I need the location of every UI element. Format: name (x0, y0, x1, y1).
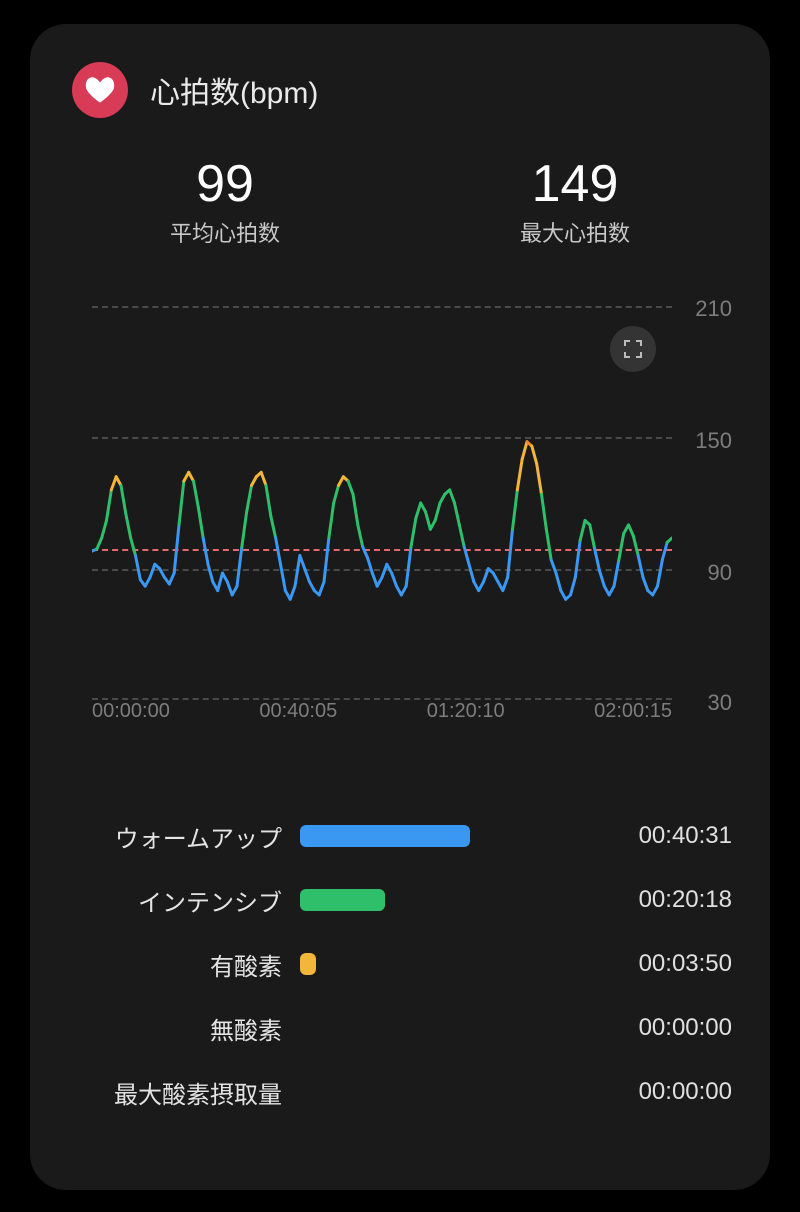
hr-line-series (92, 306, 672, 700)
xtick-0: 00:00:00 (92, 700, 170, 726)
zone-bar-cell (300, 825, 562, 847)
zone-time: 00:00:00 (562, 1014, 732, 1042)
card-title: 心拍数(bpm) (150, 68, 318, 112)
zone-bar-cell (300, 889, 562, 911)
expand-icon (623, 339, 643, 359)
ytick-30: 30 (676, 690, 732, 716)
xtick-2: 01:20:10 (427, 700, 505, 726)
heart-rate-card: 心拍数(bpm) 99 平均心拍数 149 最大心拍数 210 150 90 3… (30, 24, 770, 1190)
zone-label: インテンシブ (68, 883, 300, 918)
max-hr-stat: 149 最大心拍数 (400, 154, 750, 248)
zone-row: インテンシブ 00:20:18 (68, 868, 732, 932)
zone-time: 00:40:31 (562, 822, 732, 850)
zone-label: 無酸素 (68, 1011, 300, 1046)
card-header: 心拍数(bpm) (30, 24, 770, 118)
max-hr-value: 149 (532, 154, 619, 214)
avg-hr-value: 99 (196, 154, 254, 214)
zone-label: ウォームアップ (68, 819, 300, 854)
expand-chart-button[interactable] (610, 326, 656, 372)
xticks: 00:00:00 00:40:05 01:20:10 02:00:15 (92, 700, 672, 726)
avg-hr-stat: 99 平均心拍数 (50, 154, 400, 248)
zone-bar (300, 953, 316, 975)
zone-bar-cell (300, 1081, 562, 1103)
zone-time: 00:20:18 (562, 886, 732, 914)
heart-icon (72, 62, 128, 118)
zone-bar-cell (300, 953, 562, 975)
xtick-1: 00:40:05 (259, 700, 337, 726)
zone-time: 00:03:50 (562, 950, 732, 978)
ytick-90: 90 (676, 560, 732, 586)
hr-chart: 210 150 90 30 00:00:00 00:40:05 01:20:10… (68, 296, 732, 726)
zone-row: 最大酸素摂取量 00:00:00 (68, 1060, 732, 1124)
ytick-210: 210 (676, 296, 732, 322)
hr-zones-list: ウォームアップ 00:40:31 インテンシブ 00:20:18 有酸素 00:03:50… (68, 804, 732, 1124)
zone-bar (300, 825, 470, 847)
zone-time: 00:00:00 (562, 1078, 732, 1106)
ytick-150: 150 (676, 428, 732, 454)
zone-row: 無酸素 00:00:00 (68, 996, 732, 1060)
max-hr-label: 最大心拍数 (520, 216, 630, 248)
zone-label: 最大酸素摂取量 (68, 1075, 300, 1110)
zone-label: 有酸素 (68, 947, 300, 982)
zone-row: 有酸素 00:03:50 (68, 932, 732, 996)
zone-row: ウォームアップ 00:40:31 (68, 804, 732, 868)
plot-area (92, 306, 672, 700)
stats-row: 99 平均心拍数 149 最大心拍数 (30, 118, 770, 248)
avg-hr-label: 平均心拍数 (170, 216, 280, 248)
zone-bar (300, 889, 385, 911)
xtick-3: 02:00:15 (594, 700, 672, 726)
zone-bar-cell (300, 1017, 562, 1039)
